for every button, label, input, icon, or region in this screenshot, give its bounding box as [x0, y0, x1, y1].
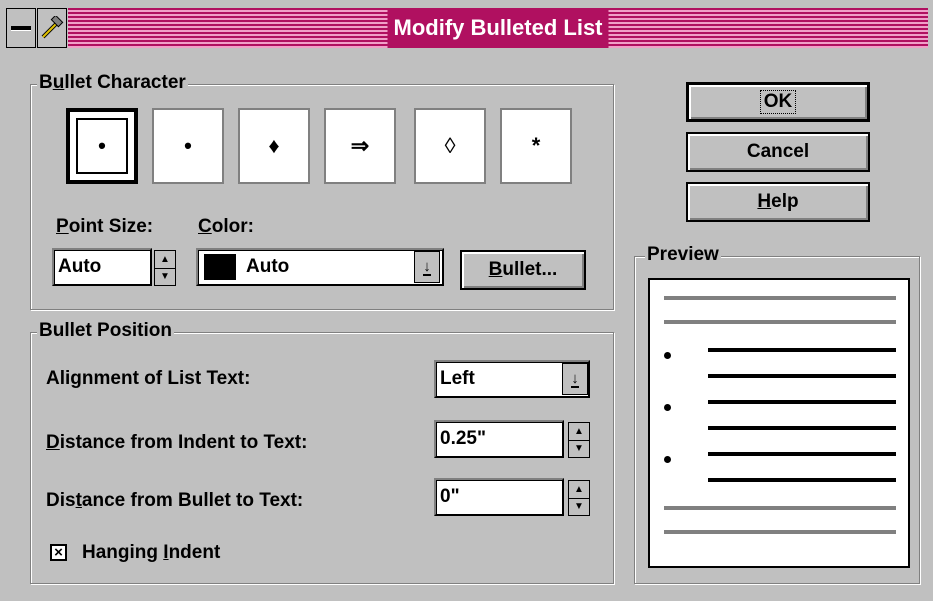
- bullet-glyph: *: [531, 133, 541, 158]
- point-size-label: Point Size:: [56, 216, 154, 237]
- preview-label: Preview: [645, 244, 721, 266]
- hanging-indent-checkbox[interactable]: ×: [50, 544, 67, 561]
- spin-up-icon[interactable]: ▲: [155, 251, 175, 268]
- preview-line: [708, 452, 896, 456]
- indent-distance-field[interactable]: 0.25": [434, 420, 564, 458]
- preview-bullet: [664, 456, 671, 463]
- bullet-option-1[interactable]: •: [66, 108, 138, 184]
- spin-down-icon[interactable]: ▼: [569, 498, 589, 515]
- title-bar: Modify Bulleted List: [6, 8, 928, 50]
- preview-line: [708, 400, 896, 404]
- bullet-distance-spinner[interactable]: ▲ ▼: [568, 480, 590, 516]
- bullet-glyph: ⇒: [350, 133, 370, 158]
- title-stripes: Modify Bulleted List: [68, 8, 928, 48]
- window-title: Modify Bulleted List: [387, 8, 609, 48]
- minus-icon: [11, 26, 31, 30]
- bullet-glyph: •: [98, 133, 106, 158]
- spin-down-icon[interactable]: ▼: [155, 268, 175, 285]
- color-label: Color:: [198, 216, 254, 237]
- bullet-glyph: •: [184, 133, 192, 158]
- preview-line: [708, 478, 896, 482]
- hammer-icon: [41, 16, 64, 39]
- bullet-character-label: Bullet Character: [37, 72, 188, 94]
- preview-line: [664, 320, 896, 324]
- bullet-distance-label: Distance from Bullet to Text:: [46, 490, 304, 511]
- preview-line: [664, 296, 896, 300]
- color-dropdown-button[interactable]: ↓: [414, 251, 440, 283]
- spin-up-icon[interactable]: ▲: [569, 423, 589, 440]
- ok-button[interactable]: OK: [686, 82, 870, 122]
- color-swatch: [204, 254, 236, 280]
- preview-line: [708, 348, 896, 352]
- bullet-position-label: Bullet Position: [37, 320, 174, 342]
- arrow-down-underline-icon: ↓: [423, 257, 431, 276]
- system-menu-button[interactable]: [6, 8, 36, 48]
- preview-line: [664, 530, 896, 534]
- bullet-option-3[interactable]: ♦: [238, 108, 310, 184]
- arrow-down-underline-icon: ↓: [571, 369, 579, 388]
- checkmark-x-icon: ×: [54, 544, 63, 561]
- spin-up-icon[interactable]: ▲: [569, 481, 589, 498]
- help-button[interactable]: Help: [686, 182, 870, 222]
- bullet-glyph: ◊: [444, 133, 456, 158]
- cancel-button[interactable]: Cancel: [686, 132, 870, 172]
- preview-bullet: [664, 352, 671, 359]
- preview-pane: [648, 278, 910, 568]
- app-icon-button[interactable]: [37, 8, 67, 48]
- alignment-dropdown-button[interactable]: ↓: [562, 363, 588, 395]
- bullet-glyph: ♦: [268, 133, 280, 158]
- bullet-distance-field[interactable]: 0": [434, 478, 564, 516]
- preview-bullet: [664, 404, 671, 411]
- preview-line: [708, 426, 896, 430]
- modify-bulleted-list-dialog: Modify Bulleted List Bullet Character • …: [0, 0, 933, 601]
- bullet-option-2[interactable]: •: [152, 108, 224, 184]
- point-size-spinner[interactable]: ▲ ▼: [154, 250, 176, 286]
- bullet-option-5[interactable]: ◊: [414, 108, 486, 184]
- indent-distance-label: Distance from Indent to Text:: [46, 432, 308, 453]
- point-size-field[interactable]: Auto: [52, 248, 152, 286]
- hanging-indent-label: Hanging Indent: [82, 542, 221, 563]
- bullet-button[interactable]: Bullet...: [460, 250, 586, 290]
- alignment-label: Alignment of List Text:: [46, 368, 251, 389]
- bullet-option-6[interactable]: *: [500, 108, 572, 184]
- indent-distance-spinner[interactable]: ▲ ▼: [568, 422, 590, 458]
- spin-down-icon[interactable]: ▼: [569, 440, 589, 457]
- preview-line: [708, 374, 896, 378]
- preview-line: [664, 506, 896, 510]
- bullet-option-4[interactable]: ⇒: [324, 108, 396, 184]
